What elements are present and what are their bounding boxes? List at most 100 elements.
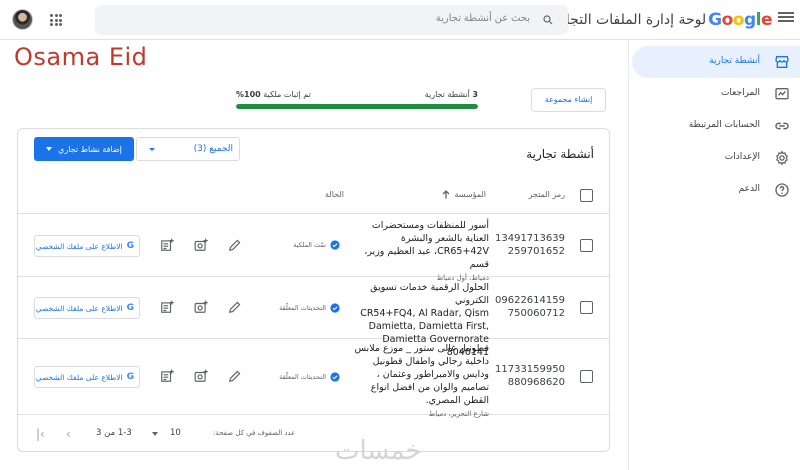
search-placeholder: بحث عن أنشطة تجارية (435, 13, 530, 24)
business-address: CR65+42V، عبد العظيم وزير، قسم (364, 246, 489, 270)
sidebar-item-label: الدعم (738, 184, 760, 194)
table-pagination: عدد الصفوف في كل صفحة: 10 1-3 من 3 ‹ |‹ (18, 419, 609, 449)
search-input[interactable]: بحث عن أنشطة تجارية (95, 5, 568, 35)
rows-per-page-label: عدد الصفوف في كل صفحة: (213, 429, 296, 437)
group-filter-select[interactable]: الجميع (3) (136, 137, 240, 161)
store-code: 13491713639 259701652 (495, 233, 565, 257)
group-filter-value: الجميع (3) (193, 144, 233, 154)
help-icon (775, 183, 789, 197)
owner-name: Osama Eid (14, 43, 148, 71)
account-avatar[interactable] (12, 9, 33, 30)
column-status[interactable]: الحالة (325, 190, 344, 199)
previous-page-icon[interactable]: ‹ (66, 427, 71, 441)
link-icon (775, 122, 789, 130)
view-profile-button[interactable]: الاطلاع على ملفك الشخصي G (34, 297, 140, 319)
search-icon (543, 15, 553, 25)
chevron-down-icon[interactable] (152, 432, 158, 436)
chevron-down-icon (149, 148, 155, 151)
main-menu-icon[interactable] (778, 10, 794, 24)
row-checkbox[interactable] (580, 301, 593, 314)
view-profile-label: الاطلاع على ملفك الشخصي (35, 303, 123, 313)
add-post-icon[interactable] (160, 369, 174, 383)
progress-bar (236, 104, 478, 109)
row-actions (160, 369, 242, 383)
verified-percent-label: تم إثبات ملكية 100% (236, 90, 311, 99)
verified-check-icon (330, 303, 340, 313)
google-g-icon: G (126, 302, 134, 313)
table-row: 09622614159 750060712 الحلول الرقمية خدما… (18, 277, 609, 358)
verified-check-icon (330, 372, 340, 382)
edit-pencil-icon[interactable] (228, 238, 242, 252)
select-all-checkbox[interactable] (580, 189, 593, 202)
google-g-icon: G (126, 371, 134, 382)
reviews-icon (775, 88, 789, 100)
gear-icon (776, 150, 788, 166)
business-name: أسور للمنظفات ومستحضرات العناية بالشعر و… (371, 220, 489, 244)
storefront-icon (775, 56, 789, 68)
business-info: أسور للمنظفات ومستحضرات العناية بالشعر و… (349, 219, 489, 284)
column-business[interactable]: المؤسسة (442, 190, 486, 199)
add-business-button[interactable]: إضافة نشاط تجاري (34, 137, 134, 161)
product-name: لوحة إدارة الملفات التجارية (547, 12, 707, 28)
add-post-icon[interactable] (160, 238, 174, 252)
status-badge: تمّت الملكية (293, 240, 340, 250)
sidebar-item-businesses[interactable]: أنشطة تجارية (632, 46, 800, 78)
sidebar-item-label: أنشطة تجارية (709, 56, 760, 66)
google-g-icon: G (126, 240, 134, 251)
product-logo[interactable]: Google لوحة إدارة الملفات التجارية (547, 10, 773, 30)
page-range: 1-3 من 3 (96, 428, 132, 438)
businesses-count-label: 3 أنشطة تجارية (424, 90, 478, 99)
status-text: التحديثات المعلّقة (279, 373, 326, 381)
add-business-label: إضافة نشاط تجاري (58, 144, 122, 154)
table-header: رمز المتجر المؤسسة الحالة (18, 178, 609, 214)
sidebar-item-settings[interactable]: الإعدادات (632, 142, 800, 174)
add-post-icon[interactable] (160, 300, 174, 314)
status-badge: التحديثات المعلّقة (279, 303, 340, 313)
apps-grid-icon[interactable] (50, 14, 62, 26)
businesses-card: أنشطة تجارية إضافة نشاط تجاري الجميع (3)… (17, 128, 610, 452)
verified-check-icon (330, 240, 340, 250)
row-actions (160, 238, 242, 252)
status-text: التحديثات المعلّقة (279, 304, 326, 312)
store-code: 09622614159 750060712 (495, 295, 565, 319)
view-profile-label: الاطلاع على ملفك الشخصي (35, 372, 123, 382)
create-group-button[interactable]: إنشاء مجموعة (531, 88, 606, 112)
status-text: تمّت الملكية (293, 241, 326, 249)
add-photo-icon[interactable] (194, 238, 208, 252)
view-profile-button[interactable]: الاطلاع على ملفك الشخصي G (34, 235, 140, 257)
sidebar-item-label: الحسابات المرتبطة (688, 120, 760, 130)
view-profile-button[interactable]: الاطلاع على ملفك الشخصي G (34, 366, 140, 388)
column-store-code[interactable]: رمز المتجر (529, 190, 565, 199)
table-row: 11733159950 880968620 قطونيل غالى ستور _ … (18, 339, 609, 418)
sidebar-item-label: الإعدادات (724, 152, 760, 162)
view-profile-label: الاطلاع على ملفك الشخصي (35, 241, 123, 251)
row-actions (160, 300, 242, 314)
business-info: قطونيل غالى ستور _ موزع ملابس داخلية رجا… (349, 342, 489, 420)
store-code: 11733159950 880968620 (495, 364, 565, 388)
sidebar-item-linked-accounts[interactable]: الحسابات المرتبطة (632, 110, 800, 142)
row-checkbox[interactable] (580, 370, 593, 383)
business-name: قطونيل غالى ستور _ موزع ملابس داخلية رجا… (354, 343, 489, 406)
add-photo-icon[interactable] (194, 300, 208, 314)
top-app-bar: Google لوحة إدارة الملفات التجارية بحث ع… (0, 0, 800, 40)
edit-pencil-icon[interactable] (228, 369, 242, 383)
add-photo-icon[interactable] (194, 369, 208, 383)
sidebar-item-label: المراجعات (720, 88, 760, 98)
sidebar-item-support[interactable]: الدعم (632, 174, 800, 206)
status-badge: التحديثات المعلّقة (279, 372, 340, 382)
row-checkbox[interactable] (580, 239, 593, 252)
business-name: الحلول الرقمية خدمات تسويق الكتروني (370, 282, 489, 306)
sidebar-item-reviews[interactable]: المراجعات (632, 78, 800, 110)
first-page-icon[interactable]: |‹ (36, 427, 45, 441)
progress-fill (236, 104, 478, 109)
card-title: أنشطة تجارية (526, 147, 594, 161)
side-navigation: أنشطة تجارية المراجعات الحسابات المرتبطة… (628, 40, 800, 470)
google-logo: Google (708, 10, 772, 30)
sort-ascending-icon (442, 190, 450, 199)
edit-pencil-icon[interactable] (228, 300, 242, 314)
table-row: 13491713639 259701652 أسور للمنظفات ومستح… (18, 215, 609, 282)
rows-per-page-value[interactable]: 10 (170, 428, 181, 438)
dropdown-caret-icon (46, 147, 53, 151)
column-business-label: المؤسسة (454, 190, 486, 199)
watermark-logo: خمسات (335, 436, 422, 466)
